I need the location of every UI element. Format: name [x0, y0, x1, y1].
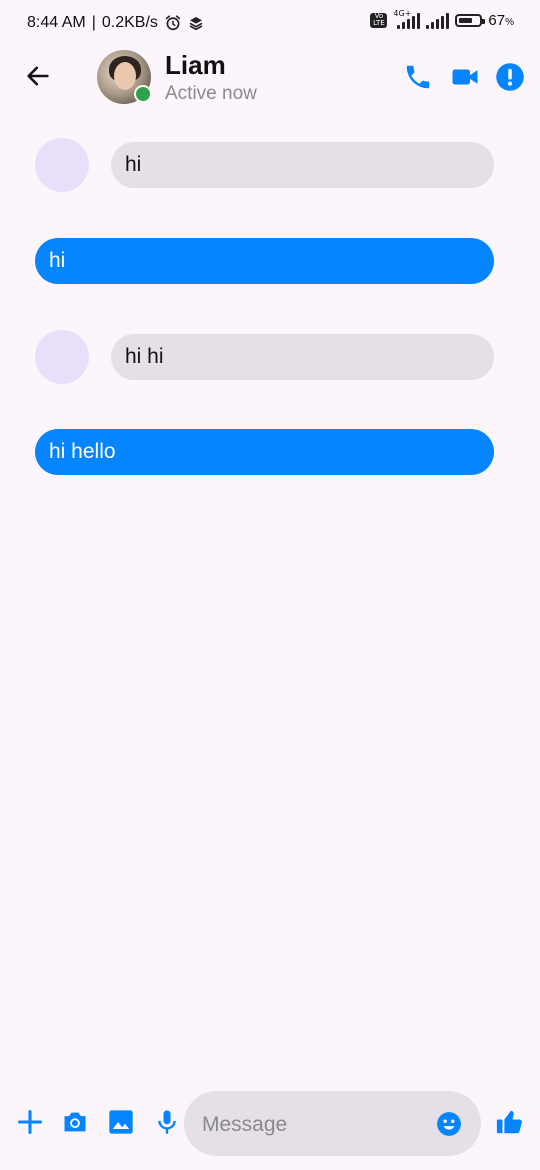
status-speed: 0.2KB/s — [101, 14, 158, 31]
message-input-container[interactable] — [184, 1091, 481, 1158]
message-composer — [0, 1090, 540, 1158]
layers-icon — [189, 17, 203, 31]
back-arrow-icon[interactable] — [24, 62, 52, 90]
status-left: 8:44 AM | 0.2KB/s — [27, 14, 204, 32]
online-indicator — [134, 85, 152, 103]
microphone-icon[interactable] — [153, 1108, 181, 1136]
status-right: Vo LTE 4G+ 67% — [370, 9, 514, 29]
network-type: 4G+ — [393, 8, 412, 18]
phone-icon[interactable] — [403, 62, 433, 92]
info-icon[interactable] — [495, 62, 525, 92]
plus-icon[interactable] — [16, 1108, 44, 1136]
sender-avatar — [35, 330, 89, 384]
message-bubble[interactable]: hi hello — [35, 429, 494, 475]
camera-icon[interactable] — [61, 1108, 89, 1136]
message-bubble[interactable]: hi — [111, 142, 494, 188]
thumbs-up-icon[interactable] — [495, 1107, 525, 1137]
signal-4g: 4G+ — [393, 9, 421, 29]
emoji-icon[interactable] — [436, 1111, 462, 1137]
message-input[interactable] — [200, 1091, 424, 1158]
message-bubble[interactable]: hi — [35, 238, 494, 284]
volte-badge: Vo LTE — [370, 13, 388, 28]
active-status: Active now — [165, 83, 257, 104]
battery-icon — [455, 14, 486, 27]
status-time: 8:44 AM — [27, 14, 86, 31]
video-camera-icon[interactable] — [450, 62, 480, 92]
battery-percent: 67 — [488, 12, 506, 29]
contact-name[interactable]: Liam — [165, 50, 226, 81]
status-bar: 8:44 AM | 0.2KB/s Vo LTE 4G+ 67% — [0, 0, 540, 46]
gallery-icon[interactable] — [107, 1108, 135, 1136]
message-bubble[interactable]: hi hi — [111, 334, 494, 380]
sender-avatar — [35, 138, 89, 192]
signal-icon-2 — [426, 12, 450, 29]
alarm-icon — [165, 15, 181, 31]
chat-header: Liam Active now — [0, 46, 540, 110]
battery-unit: % — [505, 17, 514, 28]
